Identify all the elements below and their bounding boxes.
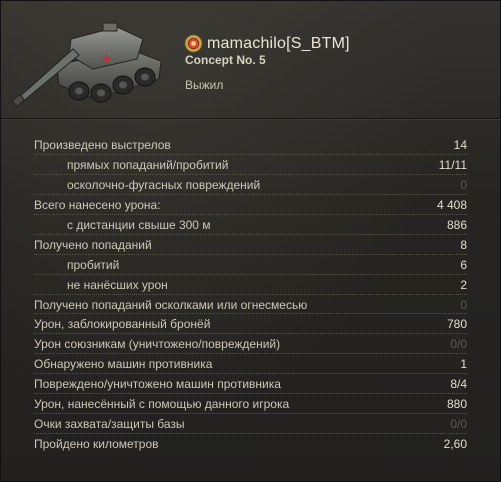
stat-row: Обнаружено машин противника 1 bbox=[34, 354, 467, 375]
tank-icon bbox=[11, 22, 162, 107]
stat-label: Повреждено/уничтожено машин противника bbox=[34, 377, 281, 392]
stat-label: Обнаружено машин противника bbox=[34, 357, 213, 372]
stat-label: Урон, заблокированный бронёй bbox=[34, 317, 211, 332]
stat-row: Получено попаданий 8 bbox=[34, 235, 467, 255]
vehicle-header: mamachilo[S_BTM] Concept No. 5 Выжил bbox=[1, 1, 501, 119]
stat-value: 1 bbox=[460, 357, 467, 372]
stat-row: пробитий 6 bbox=[34, 255, 467, 275]
tank-name: Concept No. 5 bbox=[185, 53, 266, 67]
stat-value: 0 bbox=[460, 297, 467, 312]
stat-label: Произведено выстрелов bbox=[34, 138, 171, 152]
stat-value: 14 bbox=[453, 138, 467, 152]
stat-label: осколочно-фугасных повреждений bbox=[67, 177, 261, 192]
stat-value: 780 bbox=[446, 317, 467, 332]
stat-row: Всего нанесено урона: 4 408 bbox=[34, 195, 467, 215]
stat-label: не нанёсших урон bbox=[67, 277, 168, 292]
stat-value: 8/4 bbox=[450, 377, 467, 392]
stat-value: 0 bbox=[460, 177, 467, 192]
stat-value: 4 408 bbox=[436, 197, 467, 212]
stat-row: осколочно-фугасных повреждений 0 bbox=[34, 175, 467, 195]
stat-value: 8 bbox=[460, 237, 467, 252]
stat-label: Очки захвата/защиты базы bbox=[34, 417, 185, 432]
stat-row: Очки захвата/защиты базы 0/0 bbox=[34, 414, 467, 435]
stat-value: 2,60 bbox=[443, 437, 467, 452]
battle-results-panel: mamachilo[S_BTM] Concept No. 5 Выжил Про… bbox=[0, 0, 501, 482]
stat-value: 0/0 bbox=[450, 337, 467, 352]
stat-label: Всего нанесено урона: bbox=[34, 197, 161, 212]
player-row: mamachilo[S_BTM] bbox=[184, 34, 350, 53]
stat-row: Повреждено/уничтожено машин противника 8/… bbox=[34, 374, 467, 395]
clan-badge-icon bbox=[184, 34, 203, 53]
stat-row: с дистанции свыше 300 м 886 bbox=[34, 215, 467, 235]
stat-value: 0/0 bbox=[450, 417, 467, 432]
stat-value: 2 bbox=[460, 277, 467, 292]
stat-row: не нанёсших урон 2 bbox=[34, 275, 467, 295]
stat-label: Урон союзникам (уничтожено/повреждений) bbox=[34, 337, 281, 352]
stat-label: пробитий bbox=[67, 257, 120, 272]
stat-label: Получено попаданий осколками или огнесме… bbox=[34, 297, 308, 312]
vehicle-status: Выжил bbox=[185, 78, 224, 92]
stat-row: Получено попаданий осколками или огнесме… bbox=[34, 295, 467, 315]
stat-label: прямых попаданий/пробитий bbox=[67, 157, 229, 172]
header-divider-highlight bbox=[1, 119, 501, 120]
stat-label: Пройдено километров bbox=[34, 437, 159, 452]
stat-row: прямых попаданий/пробитий 11/11 bbox=[34, 155, 467, 175]
stat-row: Урон союзникам (уничтожено/повреждений) 0… bbox=[34, 334, 467, 355]
stat-row: Пройдено километров 2,60 bbox=[34, 434, 467, 454]
stat-row: Урон, заблокированный бронёй 780 bbox=[34, 314, 467, 335]
stat-value: 886 bbox=[446, 217, 467, 232]
stat-row: Урон, нанесённый с помощью данного игрок… bbox=[34, 394, 467, 415]
stat-label: Урон, нанесённый с помощью данного игрок… bbox=[34, 397, 290, 412]
stat-value: 11/11 bbox=[438, 157, 467, 172]
player-name[interactable]: mamachilo[S_BTM] bbox=[207, 35, 350, 53]
stat-label: с дистанции свыше 300 м bbox=[67, 217, 211, 232]
stat-value: 6 bbox=[460, 257, 467, 272]
stats-list: Произведено выстрелов 14 прямых попаданий/… bbox=[1, 135, 501, 454]
stat-label: Получено попаданий bbox=[34, 237, 152, 252]
stat-row: Произведено выстрелов 14 bbox=[34, 135, 467, 155]
stat-value: 880 bbox=[446, 397, 467, 412]
